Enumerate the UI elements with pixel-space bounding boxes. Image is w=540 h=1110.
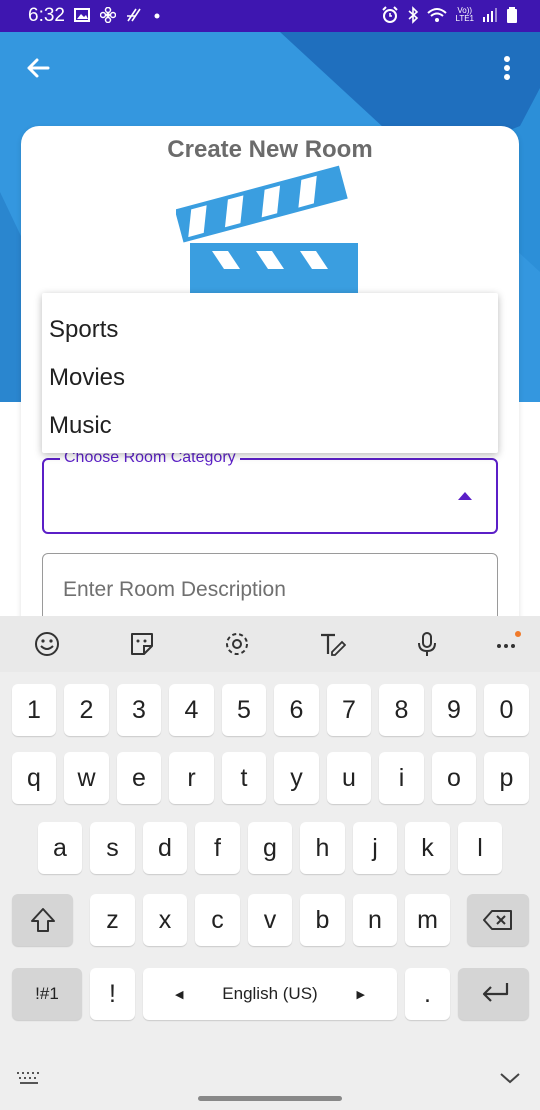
key-y[interactable]: y [274,752,319,804]
shift-icon [30,908,55,932]
alarm-icon [382,6,399,23]
mic-icon[interactable] [413,630,441,658]
symbols-key[interactable]: !#1 [12,968,82,1020]
key-g[interactable]: g [248,822,292,874]
key-m[interactable]: m [405,894,450,946]
keyboard-toolbar [0,616,540,672]
backspace-icon [483,910,512,930]
settings-icon[interactable] [223,630,251,658]
key-u[interactable]: u [327,752,371,804]
key-k[interactable]: k [405,822,450,874]
chevron-up-icon[interactable] [458,492,472,500]
key-q[interactable]: q [12,752,56,804]
home-indicator[interactable] [198,1096,342,1101]
keyboard: 1 2 3 4 5 6 7 8 9 0 q w e r t y u i o p … [0,616,540,1110]
key-b[interactable]: b [300,894,345,946]
status-right-icons: Vo)) LTE1 [381,6,518,24]
space-key[interactable]: ◀ English (US) ▶ [143,968,397,1020]
backspace-key[interactable] [467,894,529,946]
key-0[interactable]: 0 [484,684,529,736]
image-icon [74,8,90,22]
category-dropdown-menu: Sports Movies Music [42,293,498,453]
key-3[interactable]: 3 [117,684,161,736]
key-c[interactable]: c [195,894,240,946]
key-2[interactable]: 2 [64,684,109,736]
pinwheel-icon [100,7,116,23]
key-7[interactable]: 7 [327,684,371,736]
key-f[interactable]: f [195,822,240,874]
key-o[interactable]: o [432,752,476,804]
signal-icon [483,8,497,22]
enter-icon [482,983,508,1002]
wifi-icon [427,8,448,22]
dropdown-option-music[interactable]: Music [49,412,112,440]
enter-key[interactable] [458,968,529,1020]
key-5[interactable]: 5 [222,684,266,736]
shift-key[interactable] [12,894,73,946]
key-s[interactable]: s [90,822,135,874]
status-left-icons [74,7,162,23]
battery-icon [507,7,517,23]
space-key-label: English (US) [222,984,318,1003]
key-6[interactable]: 6 [274,684,319,736]
more-horiz-icon[interactable] [494,630,522,658]
room-category-select[interactable]: Choose Room Category [42,449,498,534]
key-8[interactable]: 8 [379,684,424,736]
key-p[interactable]: p [484,752,529,804]
sticker-icon[interactable] [128,630,156,658]
key-l[interactable]: l [458,822,502,874]
key-w[interactable]: w [64,752,109,804]
key-period[interactable]: . [405,968,450,1020]
arrow-left-icon[interactable] [24,54,52,82]
emoji-icon[interactable] [33,630,61,658]
clapperboard-icon [176,165,358,295]
key-4[interactable]: 4 [169,684,214,736]
key-e[interactable]: e [117,752,161,804]
status-time: 6:32 [28,5,65,26]
caret-right-icon: ▶ [356,988,365,1001]
key-v[interactable]: v [248,894,292,946]
volte-text-bottom: LTE1 [455,14,474,23]
status-bar: 6:32 Vo)) LTE1 [0,0,540,32]
key-z[interactable]: z [90,894,135,946]
chevron-down-icon[interactable] [498,1070,522,1086]
key-h[interactable]: h [300,822,345,874]
key-1[interactable]: 1 [12,684,56,736]
key-n[interactable]: n [353,894,397,946]
key-j[interactable]: j [353,822,397,874]
room-description-placeholder: Enter Room Description [63,578,286,601]
dropdown-option-sports[interactable]: Sports [49,316,118,344]
key-x[interactable]: x [143,894,187,946]
caret-left-icon: ◀ [175,988,184,1001]
key-r[interactable]: r [169,752,214,804]
text-style-icon[interactable] [318,630,346,658]
page-title: Create New Room [167,136,373,163]
bluetooth-icon [408,6,419,24]
room-description-input[interactable]: Enter Room Description [42,553,498,623]
dot-icon [154,13,160,19]
more-vert-icon[interactable] [502,55,512,81]
key-exclaim[interactable]: ! [90,968,135,1020]
key-t[interactable]: t [222,752,266,804]
keyboard-grid-icon[interactable] [16,1070,44,1086]
hash-icon [127,8,141,22]
key-d[interactable]: d [143,822,187,874]
dropdown-option-movies[interactable]: Movies [49,364,125,392]
key-9[interactable]: 9 [432,684,476,736]
volte-icon: Vo)) LTE1 [455,7,474,23]
key-a[interactable]: a [38,822,82,874]
key-i[interactable]: i [379,752,424,804]
